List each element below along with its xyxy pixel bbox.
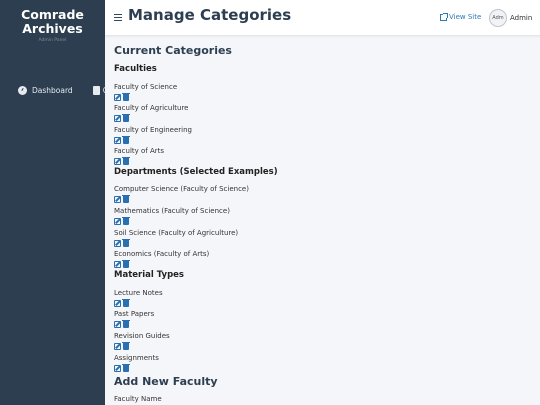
item-actions [114,239,130,247]
item-actions [114,195,130,203]
dashboard-icon [18,86,27,95]
trash-icon[interactable] [122,342,130,350]
menu-toggle-icon[interactable] [114,14,122,21]
edit-icon[interactable] [114,115,121,122]
sidebar: Comrade Archives Admin Panel Dashboard C [0,0,105,405]
trash-icon[interactable] [122,157,130,165]
edit-icon[interactable] [114,300,121,307]
top-bar: Manage Categories View Site Adm Admin [105,0,540,36]
sidebar-item-label: Dashboard [32,86,73,95]
material-type-item: Assignments [114,354,159,362]
edit-icon[interactable] [114,196,121,203]
brand-title-line1: Comrade [21,7,84,22]
trash-icon[interactable] [122,195,130,203]
material-type-item: Lecture Notes [114,289,163,297]
trash-icon[interactable] [122,217,130,225]
brand: Comrade Archives Admin Panel [0,0,105,44]
view-site-label: View Site [449,13,482,21]
item-actions [114,299,130,307]
file-icon [92,86,100,95]
current-categories-heading: Current Categories [114,44,232,57]
brand-subtitle: Admin Panel [38,38,67,43]
item-actions [114,136,130,144]
faculty-name-label: Faculty Name [114,395,162,403]
trash-icon[interactable] [122,93,130,101]
department-item: Computer Science (Faculty of Science) [114,185,249,193]
item-actions [114,342,130,350]
material-type-item: Past Papers [114,310,155,318]
edit-icon[interactable] [114,218,121,225]
sidebar-item-categories[interactable]: C [92,86,105,95]
view-site-link[interactable]: View Site [440,12,482,21]
edit-icon[interactable] [114,94,121,101]
item-actions [114,114,130,122]
trash-icon[interactable] [122,136,130,144]
trash-icon[interactable] [122,239,130,247]
item-actions [114,260,130,268]
brand-title-line2: Archives [22,21,83,36]
user-name: Admin [510,14,533,22]
faculty-item: Faculty of Science [114,83,178,91]
edit-icon[interactable] [114,343,121,350]
external-link-icon [440,12,448,21]
item-actions [114,364,130,372]
edit-icon[interactable] [114,321,121,328]
department-item: Economics (Faculty of Arts) [114,250,210,258]
sidebar-nav: Dashboard C [0,86,105,95]
trash-icon[interactable] [122,114,130,122]
material-types-heading: Material Types [114,270,184,280]
trash-icon[interactable] [122,299,130,307]
faculty-item: Faculty of Agriculture [114,104,189,112]
item-actions [114,93,130,101]
faculty-item: Faculty of Arts [114,147,165,155]
edit-icon[interactable] [114,261,121,268]
item-actions [114,157,130,165]
faculties-heading: Faculties [114,64,157,74]
add-faculty-heading: Add New Faculty [114,375,218,388]
page-title: Manage Categories [128,6,292,24]
user-menu[interactable]: Adm Admin [489,9,532,27]
edit-icon[interactable] [114,137,121,144]
sidebar-item-dashboard[interactable]: Dashboard [18,86,73,95]
departments-heading: Departments (Selected Examples) [114,167,278,177]
edit-icon[interactable] [114,158,121,165]
avatar: Adm [489,9,507,27]
trash-icon[interactable] [122,320,130,328]
trash-icon[interactable] [122,364,130,372]
item-actions [114,217,130,225]
material-type-item: Revision Guides [114,332,170,340]
edit-icon[interactable] [114,240,121,247]
department-item: Soil Science (Faculty of Agriculture) [114,229,239,237]
department-item: Mathematics (Faculty of Science) [114,207,230,215]
item-actions [114,320,130,328]
edit-icon[interactable] [114,365,121,372]
sidebar-item-label: C [103,86,105,95]
faculty-item: Faculty of Engineering [114,126,192,134]
trash-icon[interactable] [122,260,130,268]
